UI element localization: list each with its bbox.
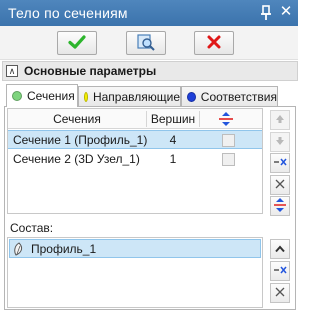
blue-dot-icon <box>187 91 196 102</box>
composition-label: Состав: <box>10 221 54 235</box>
remove-element-button-2[interactable] <box>270 261 290 281</box>
flip-direction-button[interactable] <box>270 196 290 216</box>
column-header-vertices[interactable]: Вершин <box>147 109 199 129</box>
grid-header: Сечения Вершин <box>8 109 262 129</box>
sections-grid: Сечения Вершин Сечение 1 (Профиль_1) 4 С… <box>7 108 263 214</box>
tab-label: Соответствия <box>200 89 277 104</box>
tab-label: Направляющие <box>92 89 180 104</box>
collapse-icon[interactable]: ∧ <box>6 65 18 77</box>
close-x-icon <box>274 286 286 301</box>
row-vertex-count: 1 <box>169 152 177 166</box>
tab-correspondences[interactable]: Соответствия <box>181 86 278 106</box>
list-item-label: Профиль_1 <box>31 242 97 256</box>
arrow-down-icon <box>275 135 285 149</box>
composition-list: Профиль_1 <box>7 237 263 308</box>
section-header-main-params[interactable]: ∧ Основные параметры <box>2 61 298 81</box>
move-down-button[interactable] <box>270 132 290 152</box>
cancel-button[interactable] <box>194 31 234 55</box>
cancel-x-icon <box>206 34 222 53</box>
row-section-name: Сечение 2 (3D Узел_1) <box>13 152 140 166</box>
tab-sections[interactable]: Сечения <box>6 84 78 107</box>
preview-icon <box>136 33 156 54</box>
close-x-icon <box>274 178 286 193</box>
remove-element-button[interactable] <box>270 153 290 173</box>
list-item[interactable]: Профиль_1 <box>9 239 261 258</box>
close-icon[interactable]: ✕ <box>278 4 294 20</box>
row-section-name: Сечение 1 (Профиль_1) <box>13 133 148 147</box>
collapse-up-button[interactable] <box>270 239 290 259</box>
flip-direction-icon <box>273 197 287 215</box>
yellow-dot-icon <box>84 91 88 102</box>
column-header-sections[interactable]: Сечения <box>8 109 146 129</box>
flip-direction-icon[interactable] <box>218 112 234 126</box>
tab-label: Сечения <box>27 89 75 103</box>
row-vertex-count: 4 <box>169 133 177 147</box>
delete-button[interactable] <box>270 175 290 195</box>
pin-icon[interactable] <box>259 5 273 21</box>
move-up-button[interactable] <box>270 110 290 130</box>
chevron-up-icon <box>275 242 285 256</box>
table-row[interactable]: Сечение 1 (Профиль_1) 4 <box>8 130 262 149</box>
delete-button-2[interactable] <box>270 283 290 303</box>
arrow-up-icon <box>275 113 285 127</box>
toolbar <box>0 26 298 60</box>
row-checkbox[interactable] <box>222 153 235 166</box>
section-label: Основные параметры <box>24 64 157 78</box>
tab-guides[interactable]: Направляющие <box>78 86 181 106</box>
green-dot-icon <box>12 91 22 101</box>
check-icon <box>68 34 86 53</box>
preview-button[interactable] <box>126 31 166 55</box>
column-separator <box>199 111 200 127</box>
remove-element-icon <box>273 156 287 170</box>
ok-button[interactable] <box>57 31 97 55</box>
table-row[interactable]: Сечение 2 (3D Узел_1) 1 <box>8 150 262 169</box>
sketch-leaf-icon <box>13 242 25 256</box>
row-checkbox[interactable] <box>222 134 235 147</box>
remove-element-icon <box>273 264 287 278</box>
title-bar: Тело по сечениям ✕ <box>0 0 298 26</box>
window-title: Тело по сечениям <box>8 5 128 21</box>
